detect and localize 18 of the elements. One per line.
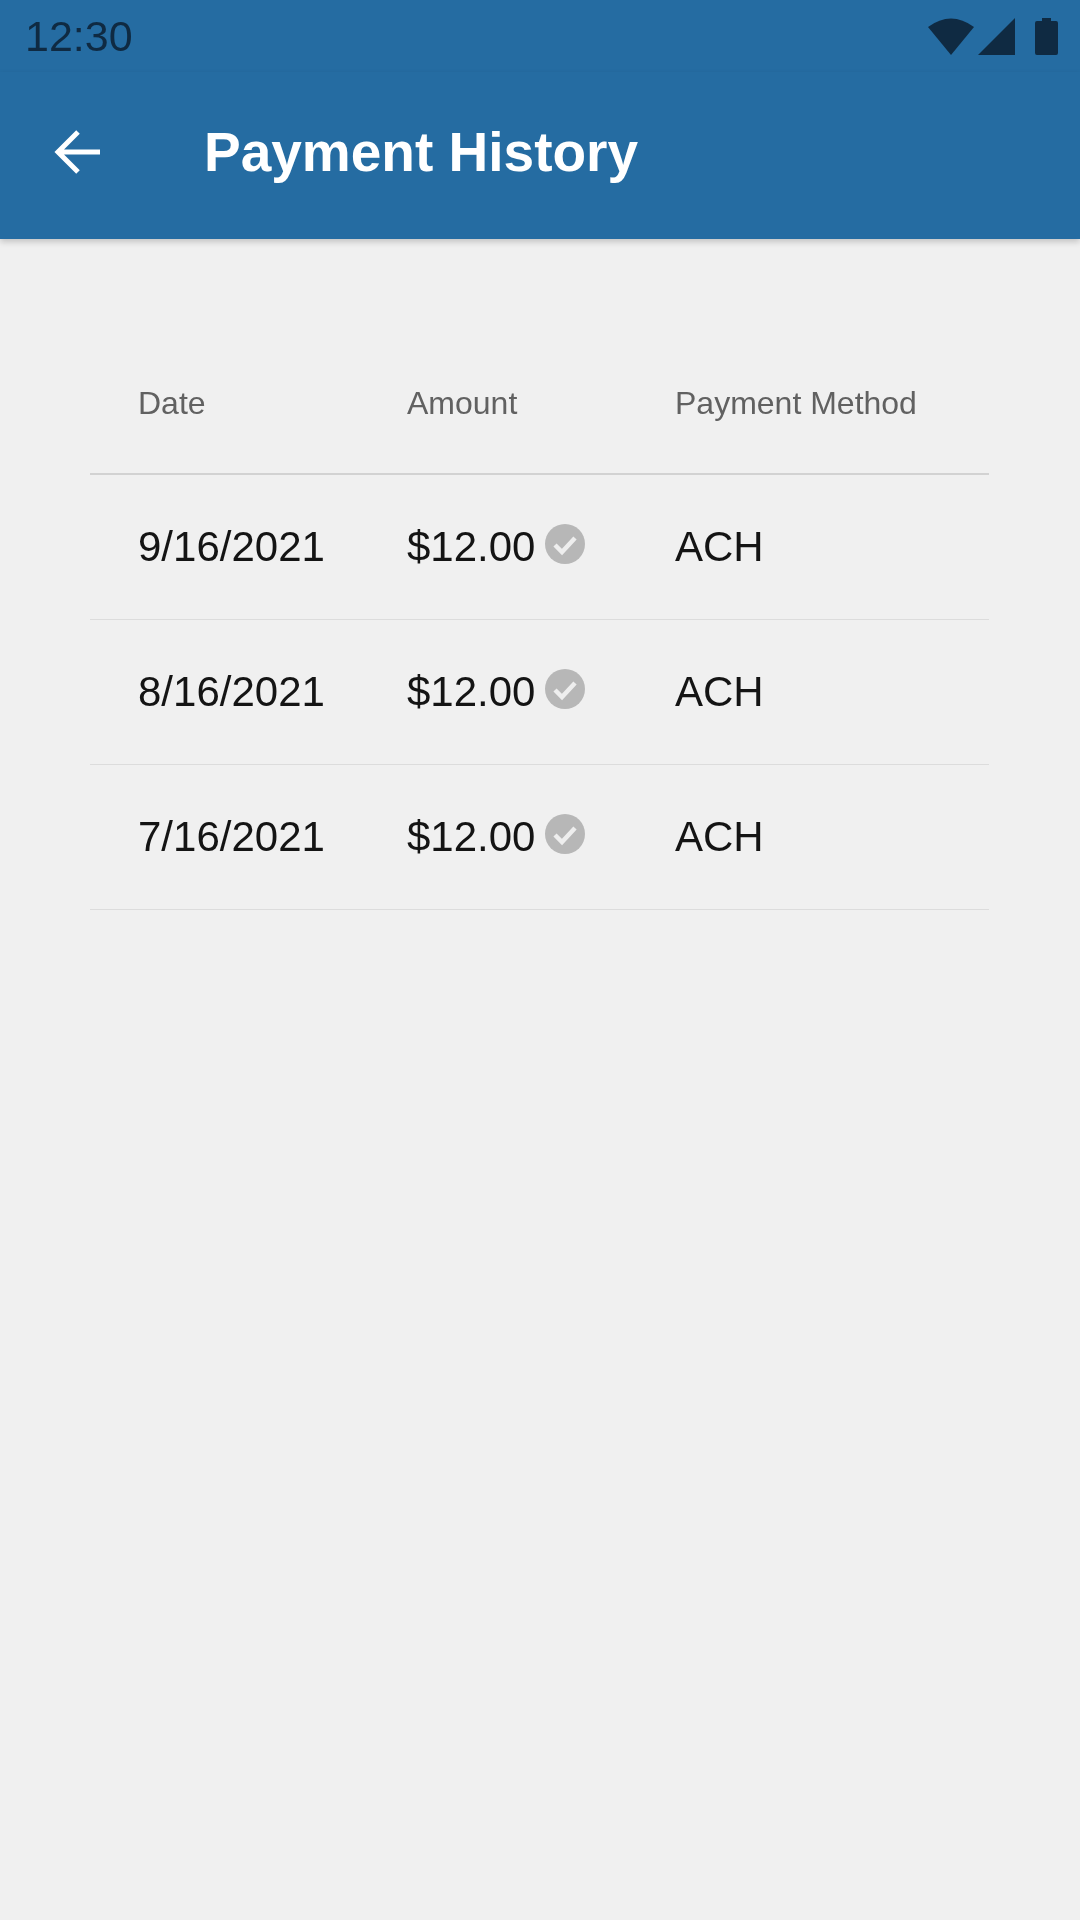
signal-icon (978, 17, 1015, 55)
status-time: 12:30 (25, 11, 133, 61)
table-cell: $12.00 (407, 813, 536, 861)
table-cell-text: 7/16/2021 (138, 813, 326, 861)
screen-title: Payment History (204, 119, 639, 184)
wifi-icon (928, 17, 974, 55)
arrow-left-icon (54, 127, 102, 176)
table-cell: $12.00 (407, 523, 536, 571)
table-cell-text: 8/16/2021 (138, 668, 326, 716)
battery-icon (1035, 17, 1058, 55)
column-header: Date (138, 384, 207, 422)
table-cell-text: ACH (675, 523, 765, 571)
table-cell-text: ACH (675, 813, 765, 861)
column-header: Payment Method (675, 384, 918, 422)
table-cell-text: 9/16/2021 (138, 523, 326, 571)
table-cell: $12.00 (407, 668, 536, 716)
column-header: Amount (407, 384, 519, 422)
table-cell-text: ACH (675, 668, 765, 716)
